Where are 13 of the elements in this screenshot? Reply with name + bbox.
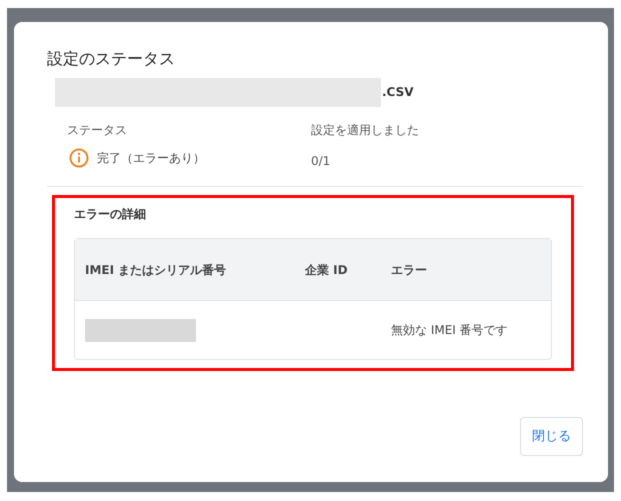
column-header: 企業 ID xyxy=(305,262,348,276)
status-value: 完了（エラーあり） xyxy=(97,150,205,167)
column-header: IMEI またはシリアル番号 xyxy=(85,262,226,276)
column-header: エラー xyxy=(391,262,427,276)
info-icon xyxy=(69,148,89,168)
dialog-title: 設定のステータス xyxy=(47,48,176,70)
file-name: .CSV xyxy=(382,84,414,101)
status-label: ステータス xyxy=(67,122,128,139)
section-title: エラーの詳細 xyxy=(74,206,147,223)
applied-count: 0/1 xyxy=(311,153,332,170)
table-cell: 無効な IMEI 番号です xyxy=(391,323,508,337)
applied-label: 設定を適用しました xyxy=(311,122,419,139)
close-button[interactable]: 閉じる xyxy=(520,417,583,456)
